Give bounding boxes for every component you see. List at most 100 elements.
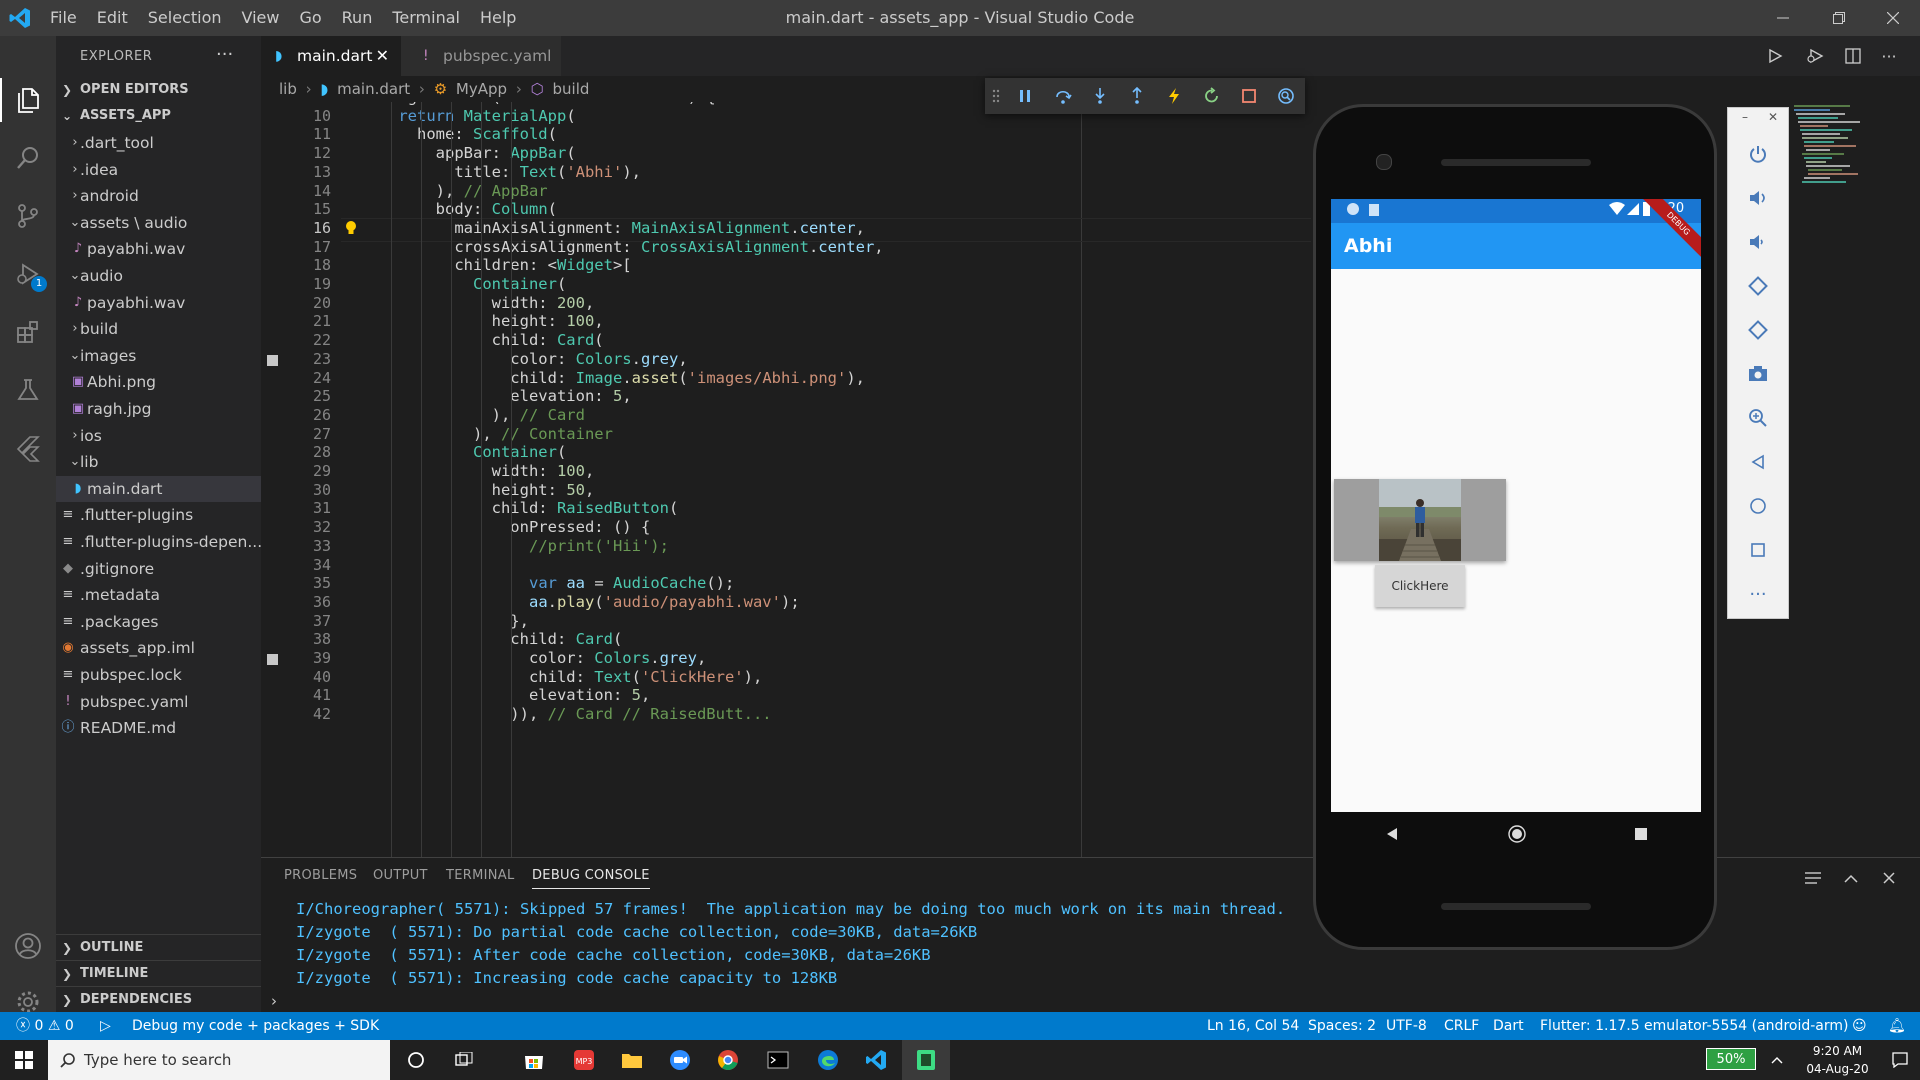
tab-terminal[interactable]: TERMINAL: [446, 868, 515, 883]
timeline-section[interactable]: ❯ TIMELINE: [56, 962, 261, 986]
testing-icon[interactable]: [0, 362, 56, 418]
project-section[interactable]: ⌄ ASSETS_APP: [56, 104, 261, 128]
volume-up-icon[interactable]: [1728, 178, 1788, 218]
folder-item[interactable]: › build: [56, 316, 261, 342]
back-icon[interactable]: [1385, 827, 1399, 841]
taskbar-clock[interactable]: 9:20 AM 04-Aug-20: [1795, 1042, 1880, 1078]
task-view-icon[interactable]: [440, 1040, 488, 1080]
language-status[interactable]: Dart: [1493, 1012, 1524, 1040]
home-icon[interactable]: [1728, 486, 1788, 526]
camera-icon[interactable]: [1728, 354, 1788, 394]
file-item[interactable]: ⓘ README.md: [56, 715, 261, 741]
encoding-status[interactable]: UTF-8: [1386, 1012, 1427, 1040]
folder-item[interactable]: ⌄ images: [56, 343, 261, 369]
flutter-version-status[interactable]: Flutter: 1.17.5: [1540, 1012, 1640, 1040]
restart-icon[interactable]: [1193, 78, 1230, 114]
maximize-panel-icon[interactable]: [1839, 866, 1863, 890]
flutter-icon[interactable]: [0, 420, 56, 476]
step-out-icon[interactable]: [1118, 78, 1155, 114]
chrome-icon[interactable]: [704, 1040, 752, 1080]
file-item[interactable]: ♪ payabhi.wav: [56, 236, 261, 262]
more-actions-icon[interactable]: ···: [216, 44, 233, 65]
menu-terminal[interactable]: Terminal: [382, 0, 470, 36]
menu-file[interactable]: File: [40, 0, 87, 36]
code-editor[interactable]: 9101112131415161718192021222324252627282…: [261, 102, 1311, 857]
indentation-status[interactable]: Spaces: 2: [1308, 1012, 1376, 1040]
files-icon[interactable]: [0, 72, 56, 128]
android-emulator-icon[interactable]: [902, 1040, 950, 1080]
outline-section[interactable]: ❯ OUTLINE: [56, 936, 261, 960]
filter-list-icon[interactable]: [1801, 866, 1825, 890]
file-item[interactable]: ≡ .flutter-plugins: [56, 502, 261, 528]
action-center-icon[interactable]: [1880, 1040, 1920, 1080]
power-icon[interactable]: [1728, 134, 1788, 174]
close-tab-icon[interactable]: ✕: [376, 36, 389, 76]
terminal-icon[interactable]: [754, 1040, 802, 1080]
file-item[interactable]: ! pubspec.yaml: [56, 689, 261, 715]
menu-go[interactable]: Go: [289, 0, 331, 36]
emu-close-icon[interactable]: ✕: [1768, 110, 1778, 124]
split-editor-icon[interactable]: [1841, 44, 1865, 68]
menu-edit[interactable]: Edit: [87, 0, 138, 36]
rotate-left-icon[interactable]: [1728, 266, 1788, 306]
lightbulb-icon[interactable]: [345, 220, 357, 236]
store-icon[interactable]: [510, 1040, 558, 1080]
breadcrumb-item[interactable]: main.dart: [337, 80, 410, 98]
breadcrumb-item[interactable]: lib: [279, 80, 297, 98]
stop-icon[interactable]: [1230, 78, 1267, 114]
grip-icon[interactable]: [985, 78, 1007, 114]
mp3-app-icon[interactable]: MP3: [560, 1040, 608, 1080]
pause-icon[interactable]: [1007, 78, 1044, 114]
breadcrumb-item[interactable]: build: [553, 80, 590, 98]
account-icon[interactable]: [0, 918, 56, 974]
file-item[interactable]: ◗ main.dart: [56, 475, 261, 502]
file-item[interactable]: ◉ assets_app.iml: [56, 635, 261, 661]
close-window-button[interactable]: [1870, 0, 1916, 36]
feedback-icon[interactable]: ☺: [1852, 1012, 1867, 1040]
zoom-icon[interactable]: [1728, 398, 1788, 438]
tab-output[interactable]: OUTPUT: [373, 868, 428, 883]
file-item[interactable]: ≡ .flutter-plugins-depen...: [56, 529, 261, 555]
home-icon[interactable]: [1508, 825, 1526, 843]
folder-item[interactable]: ⌄ lib: [56, 449, 261, 475]
open-editors-section[interactable]: ❯ OPEN EDITORS: [56, 78, 261, 102]
tab-main-dart[interactable]: ◗ main.dart ✕: [261, 36, 401, 76]
notifications-bell-icon[interactable]: 🔔︎: [1888, 1012, 1906, 1040]
eol-status[interactable]: CRLF: [1444, 1012, 1479, 1040]
menu-selection[interactable]: Selection: [138, 0, 232, 36]
problems-status[interactable]: ⓧ 0 ⚠ 0: [16, 1012, 74, 1040]
volume-down-icon[interactable]: [1728, 222, 1788, 262]
minimize-button[interactable]: [1760, 0, 1806, 36]
breadcrumb-item[interactable]: MyApp: [456, 80, 507, 98]
file-item[interactable]: ◆ .gitignore: [56, 556, 261, 582]
vscode-taskbar-icon[interactable]: [852, 1040, 900, 1080]
source-control-icon[interactable]: [0, 188, 56, 244]
file-item[interactable]: ≡ .packages: [56, 609, 261, 635]
zoom-app-icon[interactable]: [656, 1040, 704, 1080]
restore-button[interactable]: [1816, 0, 1862, 36]
close-panel-icon[interactable]: [1877, 866, 1901, 890]
folder-item[interactable]: ⌄ audio: [56, 263, 261, 289]
folder-item[interactable]: › android: [56, 183, 261, 209]
tray-chevron-up-icon[interactable]: [1764, 1040, 1790, 1080]
console-input-chevron-icon[interactable]: ›: [271, 992, 277, 1010]
back-icon[interactable]: [1728, 442, 1788, 482]
debug-file-icon[interactable]: [1803, 44, 1827, 68]
tab-problems[interactable]: PROBLEMS: [284, 868, 357, 883]
file-item[interactable]: ≡ .metadata: [56, 582, 261, 608]
more-icon[interactable]: ···: [1728, 574, 1788, 614]
inspector-icon[interactable]: [1268, 78, 1305, 114]
file-item[interactable]: ♪ payabhi.wav: [56, 290, 261, 316]
menu-help[interactable]: Help: [470, 0, 526, 36]
emu-minimize-icon[interactable]: –: [1742, 110, 1748, 124]
file-item[interactable]: ▣ ragh.jpg: [56, 396, 261, 422]
cortana-icon[interactable]: [392, 1040, 440, 1080]
run-debug-icon[interactable]: 1: [0, 246, 56, 302]
breakpoint-marker[interactable]: [267, 354, 278, 366]
rotate-right-icon[interactable]: [1728, 310, 1788, 350]
folder-item[interactable]: › .dart_tool: [56, 130, 261, 156]
tab-pubspec-yaml[interactable]: ! pubspec.yaml: [401, 36, 561, 76]
menu-view[interactable]: View: [232, 0, 290, 36]
dependencies-section[interactable]: ❯ DEPENDENCIES: [56, 988, 261, 1012]
debug-mode-status[interactable]: Debug my code + packages + SDK: [132, 1012, 379, 1040]
